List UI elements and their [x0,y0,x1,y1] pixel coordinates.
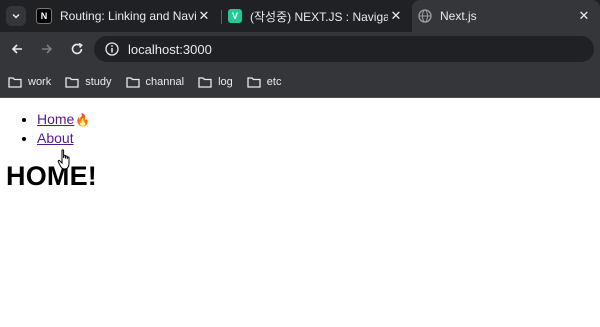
bookmark-folder-etc[interactable]: etc [247,75,282,88]
folder-icon [8,76,22,88]
tab-title: Next.js [440,9,477,23]
about-link[interactable]: About [37,130,74,146]
close-icon[interactable]: ✕ [576,8,592,24]
page-heading: HOME! [6,161,97,191]
nav-item-about: About [37,129,594,147]
page-content: Home🔥 About HOME! [0,110,600,192]
address-url: localhost:3000 [128,41,212,57]
address-bar[interactable]: localhost:3000 [94,36,594,62]
tab-title: Routing: Linking and Navigatin [60,9,196,23]
folder-icon [125,76,140,88]
bookmarks-bar: work study channal log etc [0,66,600,98]
arrow-right-icon [42,44,53,54]
tab-routing[interactable]: N Routing: Linking and Navigatin ✕ [30,0,220,32]
folder-icon [247,76,261,88]
hand-pointer-icon [57,149,70,170]
tab-title: (작성중) NEXT.JS : Navigation [250,9,388,24]
reload-icon [71,42,83,55]
bookmark-label: channal [145,75,185,88]
nav-list: Home🔥 About [6,110,594,147]
tab-strip: N Routing: Linking and Navigatin ✕ V (작성… [0,0,600,32]
folder-icon [198,76,212,88]
nav-item-home: Home🔥 [37,110,594,129]
home-link[interactable]: Home [37,111,74,127]
close-icon[interactable]: ✕ [388,8,404,24]
fire-emoji: 🔥 [75,113,91,127]
bookmark-folder-channal[interactable]: channal [125,75,185,88]
info-icon[interactable] [104,41,120,57]
tab-velog[interactable]: V (작성중) NEXT.JS : Navigation ✕ [222,0,412,32]
bookmark-folder-log[interactable]: log [198,76,233,88]
browser-toolbar: localhost:3000 [0,32,600,66]
browser-chrome: N Routing: Linking and Navigatin ✕ V (작성… [0,0,600,98]
bookmark-folder-work[interactable]: work [8,76,51,88]
bookmark-label: etc [266,75,282,88]
forward-button[interactable] [34,36,60,62]
velog-favicon-icon: V [228,9,242,23]
tab-nextjs[interactable]: Next.js ✕ [412,0,600,32]
reload-button[interactable] [64,36,90,62]
tab-search-button[interactable] [6,6,26,26]
bookmark-label: log [218,75,233,88]
arrow-left-icon [11,44,22,54]
folder-icon [65,76,79,88]
bookmark-label: study [85,75,112,88]
close-icon[interactable]: ✕ [196,8,212,24]
bookmark-label: work [28,75,52,88]
globe-icon [418,9,432,23]
nextjs-favicon-icon: N [36,8,52,24]
bookmark-folder-study[interactable]: study [65,75,112,88]
back-button[interactable] [4,36,30,62]
chevron-down-icon [12,13,20,19]
